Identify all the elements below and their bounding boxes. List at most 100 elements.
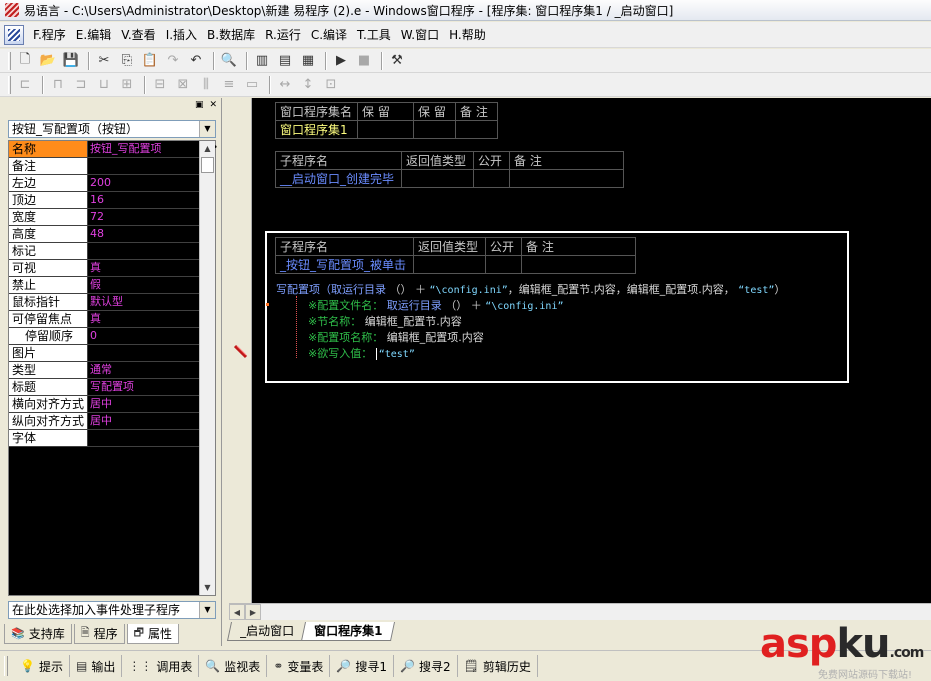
tab-properties[interactable]: 🗗 属性 [126, 624, 179, 644]
menu-program[interactable]: F.程序 [28, 25, 71, 45]
property-value[interactable]: 按钮_写配置项 [88, 141, 199, 157]
tab-clip-history[interactable]: 🗒 剪辑历史 [458, 655, 538, 677]
tab-search1[interactable]: 🔎 搜寻1 [330, 655, 394, 677]
same-height-icon[interactable]: ↕ [298, 75, 318, 95]
menu-insert[interactable]: I.插入 [161, 25, 202, 45]
tab-startup-window[interactable]: _启动窗口 [226, 622, 308, 641]
layout2-icon[interactable]: ▤ [275, 51, 295, 71]
menu-window[interactable]: W.窗口 [396, 25, 444, 45]
stop-icon[interactable]: ■ [354, 51, 374, 71]
align-bottom-icon[interactable]: ⊔ [94, 75, 114, 95]
code-editor[interactable]: 窗口程序集名 保 留 保 留 备 注 窗口程序集1 子程序名 返回值类型 公开 … [252, 98, 931, 603]
property-row[interactable]: 禁止假 [9, 277, 215, 294]
property-row[interactable]: 字体 [9, 430, 215, 447]
layout-icon[interactable]: ▥ [252, 51, 272, 71]
table-cell[interactable] [357, 120, 414, 139]
property-value[interactable]: 真 [88, 260, 199, 276]
property-row[interactable]: 横向对齐方式 居中 [9, 396, 215, 413]
save-icon[interactable]: 💾 [61, 51, 81, 71]
property-row[interactable]: 可视真 [9, 260, 215, 277]
property-scrollbar[interactable]: ▲ ▼ [199, 141, 215, 595]
redo-icon[interactable]: ↷ [163, 51, 183, 71]
menu-tools[interactable]: T.工具 [352, 25, 396, 45]
editor-hscrollbar[interactable]: ◀ ▶ [229, 603, 931, 620]
center-h-icon[interactable]: ⊟ [150, 75, 170, 95]
menu-compile[interactable]: C.编译 [306, 25, 352, 45]
chevron-down-icon[interactable]: ▼ [199, 121, 215, 137]
subroutine-name[interactable]: _按钮_写配置项_被单击 [275, 255, 414, 274]
property-value[interactable]: 写配置项 [88, 379, 199, 395]
property-row[interactable]: 高度 48 [9, 226, 215, 243]
param-hint-4[interactable]: ※欲写入值： “test” [308, 346, 415, 363]
menu-help[interactable]: H.帮助 [444, 25, 491, 45]
cut-icon[interactable]: ✂ [94, 51, 114, 71]
open-icon[interactable]: 📂 [38, 51, 58, 71]
component-selector[interactable]: 按钮_写配置项（按钮） ▼ [8, 120, 216, 138]
property-row[interactable]: 标题 写配置项 [9, 379, 215, 396]
toolbar-grip[interactable] [8, 51, 11, 70]
toolbar-grip[interactable] [4, 656, 8, 676]
align-right-icon[interactable]: ⊐ [71, 75, 91, 95]
tab-search2[interactable]: 🔎 搜寻2 [394, 655, 458, 677]
align-center-icon[interactable]: ⊞ [117, 75, 137, 95]
property-row[interactable]: 停留顺序 0 [9, 328, 215, 345]
property-value[interactable]: 200 [88, 175, 199, 191]
property-row[interactable]: 左边 200 [9, 175, 215, 192]
property-value[interactable] [88, 430, 199, 446]
property-row[interactable]: 标记 [9, 243, 215, 260]
property-value[interactable]: 居中 [88, 413, 199, 429]
param-hint-3[interactable]: ※配置项名称： 编辑框_配置项.内容 [308, 330, 484, 346]
align-top-icon[interactable]: ⊓ [48, 75, 68, 95]
copy-icon[interactable]: ⎘ [117, 51, 137, 71]
center-v-icon[interactable]: ⊠ [173, 75, 193, 95]
property-value[interactable]: 默认型 [88, 294, 199, 310]
table-cell[interactable] [509, 169, 624, 188]
table-cell[interactable] [413, 255, 486, 274]
property-row[interactable]: 类型 通常 [9, 362, 215, 379]
tab-watch[interactable]: 🔍 监视表 [199, 655, 268, 677]
space-v-icon[interactable]: ≡ [219, 75, 239, 95]
scroll-down-icon[interactable]: ▼ [200, 580, 215, 595]
tab-output[interactable]: ▤ 输出 [70, 655, 123, 677]
scroll-right-icon[interactable]: ▶ [245, 604, 261, 620]
property-row[interactable]: 顶边 16 [9, 192, 215, 209]
tab-hint[interactable]: 💡 提示 [14, 655, 70, 677]
property-row[interactable]: 名称按钮_写配置项••• [9, 141, 218, 158]
scroll-left-icon[interactable]: ◀ [229, 604, 245, 620]
property-value[interactable]: 72 [88, 209, 199, 225]
property-row[interactable]: 宽度 72 [9, 209, 215, 226]
table-cell[interactable] [473, 169, 510, 188]
space-h-icon[interactable]: ⫼ [196, 75, 216, 95]
paste-icon[interactable]: 📋 [140, 51, 160, 71]
toolbar-grip[interactable] [8, 75, 11, 94]
menu-view[interactable]: V.查看 [116, 25, 160, 45]
new-icon[interactable]: 🗋 [15, 51, 35, 71]
tab-call-table[interactable]: ⋮⋮ 调用表 [122, 655, 200, 677]
find-icon[interactable]: 🔍 [219, 51, 239, 71]
code-line-call[interactable]: 写配置项（取运行目录 （） ＋ “\config.ini”，编辑框_配置节.内容… [276, 282, 785, 299]
same-width-icon[interactable]: ↔ [275, 75, 295, 95]
property-value[interactable]: 48 [88, 226, 199, 242]
assembly-name[interactable]: 窗口程序集1 [275, 120, 358, 139]
property-value[interactable]: 假 [88, 277, 199, 293]
undo-icon[interactable]: ↶ [186, 51, 206, 71]
property-row[interactable]: 可停留焦点真 [9, 311, 215, 328]
same-size-icon[interactable]: ▭ [242, 75, 262, 95]
tab-variables[interactable]: ⚭ 变量表 [267, 655, 331, 677]
tab-program[interactable]: 🗎 程序 [73, 624, 125, 644]
param-hint-1[interactable]: ※配置文件名： 取运行目录 （） ＋ “\config.ini” [308, 298, 564, 315]
menu-edit[interactable]: E.编辑 [71, 25, 116, 45]
layout3-icon[interactable]: ▦ [298, 51, 318, 71]
event-selector[interactable]: 在此处选择加入事件处理子程序 ▼ [8, 601, 216, 619]
param-hint-2[interactable]: ※节名称： 编辑框_配置节.内容 [308, 314, 462, 330]
grid-icon[interactable]: ⊡ [321, 75, 341, 95]
run-icon[interactable]: ▶ [331, 51, 351, 71]
menu-run[interactable]: R.运行 [260, 25, 306, 45]
property-row[interactable]: 鼠标指针 默认型 [9, 294, 215, 311]
property-value[interactable] [88, 243, 199, 259]
property-value[interactable] [88, 158, 199, 174]
property-value[interactable]: 通常 [88, 362, 199, 378]
compile-icon[interactable]: ⚒ [387, 51, 407, 71]
property-value[interactable]: 真 [88, 311, 199, 327]
property-row[interactable]: 图片 [9, 345, 215, 362]
